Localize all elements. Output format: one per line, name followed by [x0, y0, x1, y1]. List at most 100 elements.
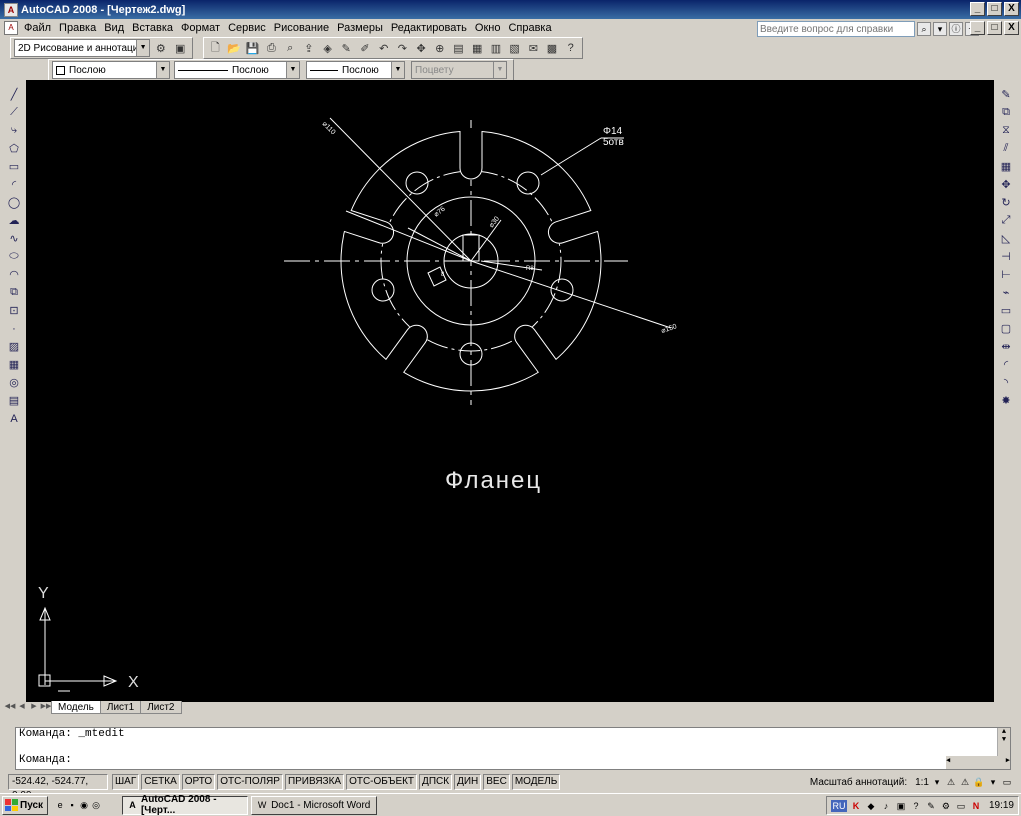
- clean-screen-icon[interactable]: ▭: [1001, 776, 1013, 788]
- tray-n-icon[interactable]: N: [970, 800, 982, 812]
- tray-network-icon[interactable]: ▣: [895, 800, 907, 812]
- toggle-ortho[interactable]: ОРТО: [181, 774, 216, 790]
- auto-scale-icon[interactable]: ⚠: [959, 776, 971, 788]
- construction-line-icon[interactable]: ⟋: [5, 104, 23, 121]
- copy-icon[interactable]: ⧉: [997, 104, 1015, 121]
- toolbar-lock-icon[interactable]: 🔒: [973, 776, 985, 788]
- tool-palettes-icon[interactable]: ▥: [488, 39, 505, 57]
- join-icon[interactable]: ▢: [997, 320, 1015, 337]
- match-properties-icon[interactable]: ✎: [338, 39, 355, 57]
- point-icon[interactable]: ·: [5, 320, 23, 337]
- menu-modify[interactable]: Редактировать: [387, 22, 471, 34]
- chevron-down-icon[interactable]: ▼: [136, 40, 150, 56]
- break-icon[interactable]: ▭: [997, 302, 1015, 319]
- task-word[interactable]: W Doc1 - Microsoft Word: [251, 795, 378, 815]
- tab-next-icon[interactable]: ▶: [28, 701, 40, 713]
- zoom-icon[interactable]: ⊕: [431, 39, 448, 57]
- chamfer-icon[interactable]: ⇹: [997, 338, 1015, 355]
- publish-icon[interactable]: ⇪: [301, 39, 318, 57]
- open-icon[interactable]: 📂: [226, 39, 243, 57]
- help-search-input[interactable]: [757, 21, 915, 37]
- maximize-button[interactable]: □: [987, 2, 1002, 16]
- offset-icon[interactable]: ⫽: [997, 140, 1015, 157]
- menu-file[interactable]: Файл: [20, 22, 55, 34]
- menu-insert[interactable]: Вставка: [128, 22, 177, 34]
- new-icon[interactable]: 🗋: [207, 39, 224, 57]
- multiline-text-icon[interactable]: A: [5, 410, 23, 427]
- polygon-icon[interactable]: ⬠: [5, 140, 23, 157]
- explode-icon[interactable]: ✸: [997, 392, 1015, 409]
- search-icon[interactable]: ⌕: [917, 22, 931, 36]
- help-icon[interactable]: ?: [562, 39, 579, 57]
- polyline-icon[interactable]: ⤷: [5, 122, 23, 139]
- menu-help[interactable]: Справка: [504, 22, 555, 34]
- lineweight-select[interactable]: Послою ▼: [306, 61, 405, 79]
- block-editor-icon[interactable]: ✐: [357, 39, 374, 57]
- chevron-down-icon[interactable]: ▼: [286, 62, 299, 78]
- tray-help-icon[interactable]: ?: [910, 800, 922, 812]
- tab-model[interactable]: Модель: [51, 700, 101, 714]
- linetype-select[interactable]: Послою ▼: [174, 61, 300, 79]
- command-prompt[interactable]: Команда:: [16, 754, 1010, 767]
- document-icon[interactable]: A: [4, 21, 18, 35]
- toggle-dyn[interactable]: ДИН: [454, 774, 482, 790]
- arc-icon[interactable]: ◜: [5, 176, 23, 193]
- chrome-icon[interactable]: ◎: [90, 799, 102, 811]
- minimize-button[interactable]: _: [970, 2, 985, 16]
- save-icon[interactable]: 💾: [244, 39, 261, 57]
- insert-block-icon[interactable]: ⧉: [5, 284, 23, 301]
- task-autocad[interactable]: A AutoCAD 2008 - [Черт...: [122, 794, 249, 816]
- workspace-save-icon[interactable]: ▣: [172, 39, 189, 57]
- language-indicator[interactable]: RU: [830, 799, 847, 812]
- toggle-snap[interactable]: ШАГ: [112, 774, 140, 790]
- properties-icon[interactable]: ▤: [450, 39, 467, 57]
- hatch-icon[interactable]: ▨: [5, 338, 23, 355]
- doc-minimize-button[interactable]: _: [970, 21, 985, 35]
- floppy-icon[interactable]: ▪: [66, 799, 78, 811]
- pan-icon[interactable]: ✥: [413, 39, 430, 57]
- toggle-model[interactable]: МОДЕЛЬ: [511, 774, 561, 790]
- gradient-icon[interactable]: ▦: [5, 356, 23, 373]
- tab-prev-icon[interactable]: ◀: [16, 701, 28, 713]
- move-icon[interactable]: ✥: [997, 176, 1015, 193]
- toggle-lwt[interactable]: ВЕС: [483, 774, 510, 790]
- print-icon[interactable]: ⎙: [263, 39, 280, 57]
- workspace-settings-icon[interactable]: ⚙: [152, 39, 169, 57]
- annotation-scale-value[interactable]: 1:1: [915, 777, 929, 788]
- 3d-dwf-icon[interactable]: ◈: [319, 39, 336, 57]
- table-icon[interactable]: ▤: [5, 392, 23, 409]
- command-scrollbar[interactable]: ▲ ▼: [997, 728, 1010, 756]
- tray-app-icon[interactable]: ◆: [865, 800, 877, 812]
- tray-safe-remove-icon[interactable]: ⚙: [940, 800, 952, 812]
- make-block-icon[interactable]: ⊡: [5, 302, 23, 319]
- drawing-area[interactable]: ⌀110 Φ14 5отв ⌀76 ⌀30 R8 ⌀150 8 Фланец X…: [26, 80, 994, 702]
- sheet-set-icon[interactable]: ▧: [506, 39, 523, 57]
- toggle-otrack[interactable]: ОТС-ОБЪЕКТ: [346, 774, 418, 790]
- mirror-icon[interactable]: ⧖: [997, 122, 1015, 139]
- fillet-icon[interactable]: ◜: [997, 356, 1015, 373]
- coordinates-readout[interactable]: -524.42, -524.77, 0.00: [8, 774, 108, 801]
- revision-cloud-icon[interactable]: ☁: [5, 212, 23, 229]
- autocad-app-icon[interactable]: A: [4, 2, 18, 17]
- ie-icon[interactable]: e: [54, 799, 66, 811]
- redo-icon[interactable]: ↷: [394, 39, 411, 57]
- erase-icon[interactable]: ✎: [997, 86, 1015, 103]
- browser-icon[interactable]: ◉: [78, 799, 90, 811]
- doc-close-button[interactable]: X: [1004, 21, 1019, 35]
- undo-icon[interactable]: ↶: [375, 39, 392, 57]
- menu-tools[interactable]: Сервис: [224, 22, 270, 34]
- line-icon[interactable]: ╱: [5, 86, 23, 103]
- rotate-icon[interactable]: ↻: [997, 194, 1015, 211]
- menu-window[interactable]: Окно: [471, 22, 505, 34]
- break-at-point-icon[interactable]: ⌁: [997, 284, 1015, 301]
- menu-format[interactable]: Формат: [177, 22, 224, 34]
- chevron-down-icon[interactable]: ▾: [931, 776, 943, 788]
- trim-icon[interactable]: ⊣: [997, 248, 1015, 265]
- calculator-icon[interactable]: ▩: [544, 39, 561, 57]
- start-button[interactable]: Пуск: [2, 795, 49, 815]
- toggle-ducs[interactable]: ДПСК: [419, 774, 453, 790]
- region-icon[interactable]: ◎: [5, 374, 23, 391]
- menu-edit[interactable]: Правка: [55, 22, 100, 34]
- tray-sound-icon[interactable]: ♪: [880, 800, 892, 812]
- ellipse-icon[interactable]: ⬭: [5, 248, 23, 265]
